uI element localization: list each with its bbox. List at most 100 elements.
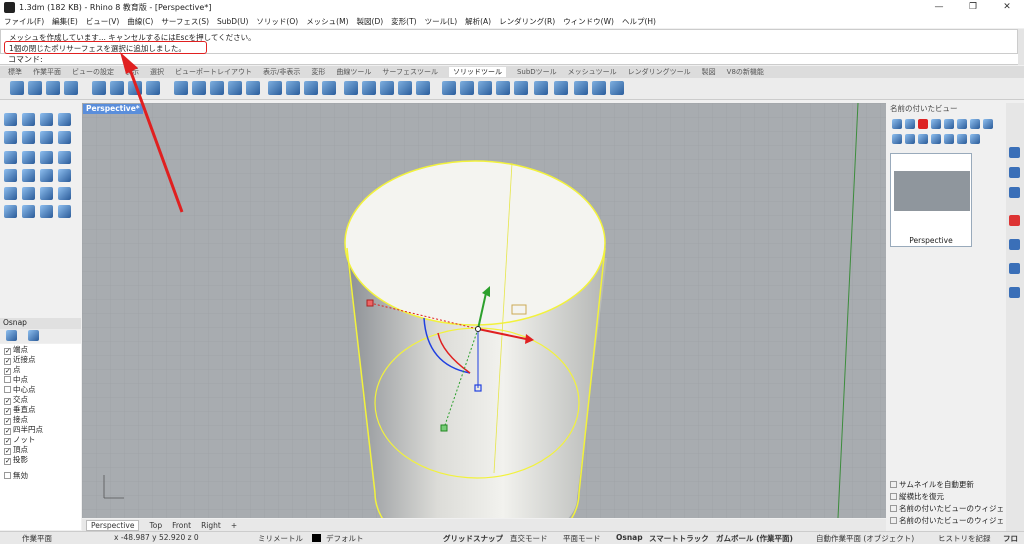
status-planar[interactable]: 平面モード [563,533,601,544]
paraboloid-icon[interactable] [40,187,53,200]
cap-icon[interactable] [92,81,106,95]
perspective-viewport[interactable]: Perspective* [82,103,886,518]
status-auto-cplane[interactable]: 自動作業平面 (オブジェクト) [816,533,914,544]
cylinder-top-edge[interactable] [344,160,606,326]
point-icon[interactable] [22,113,35,126]
array-hole-icon[interactable] [398,81,412,95]
polyline-icon[interactable] [58,113,71,126]
boolean-intersection-icon[interactable] [46,81,60,95]
tab-new-in-v8[interactable]: V8の新機能 [727,67,764,77]
menu-curve[interactable]: 曲線(C) [127,16,153,27]
analyze-solid-icon[interactable] [534,81,548,95]
arc-icon[interactable] [22,131,35,144]
tab-transform[interactable]: 変形 [311,67,325,77]
delete-widget-icon[interactable] [983,119,993,129]
fold-face-icon[interactable] [286,81,300,95]
tab-curve-tools[interactable]: 曲線ツール [336,67,371,77]
pin-icon[interactable] [610,81,624,95]
tube-icon[interactable] [40,169,53,182]
checkbox-unchecked[interactable] [4,376,11,383]
move-edge-icon[interactable] [210,81,224,95]
sphere-icon[interactable] [4,151,17,164]
cylinder-small-icon[interactable] [4,205,17,218]
menu-file[interactable]: ファイル(F) [4,16,44,27]
merge-faces-icon[interactable] [304,81,318,95]
tab-standard[interactable]: 標準 [8,67,22,77]
wire-cut-icon[interactable] [268,81,282,95]
check-icon[interactable] [554,81,568,95]
delete-hole-icon[interactable] [416,81,430,95]
solid-point-icon[interactable] [478,81,492,95]
dropdown-icon[interactable] [944,134,954,144]
cone-icon[interactable] [4,169,17,182]
option-auto-update-thumbnail[interactable]: サムネイルを自動更新 [890,479,974,490]
minimize-button[interactable]: — [922,0,956,15]
display-icon[interactable] [1009,187,1020,198]
extract-surface-icon[interactable] [110,81,124,95]
rectangle-icon[interactable] [40,131,53,144]
move-face-icon[interactable] [192,81,206,95]
fillet-edge-icon[interactable] [128,81,142,95]
torus-icon[interactable] [40,151,53,164]
tab-mesh-tools[interactable]: メッシュツール [568,67,617,77]
named-view-thumbnail[interactable]: Perspective [890,153,972,247]
boolean-split-icon[interactable] [64,81,78,95]
check-objects-icon[interactable] [574,81,588,95]
close-button[interactable]: ✕ [990,0,1024,15]
ellipsoid-icon[interactable] [22,151,35,164]
tab-solid-tools[interactable]: ソリッドツール [448,67,506,77]
select-arrow-icon[interactable] [4,113,17,126]
add-viewport-tab-button[interactable]: + [231,521,237,530]
make-hole-icon[interactable] [322,81,336,95]
layer-color-swatch[interactable] [312,534,321,542]
tab-set-view[interactable]: ビューの設定 [72,67,114,77]
tab-perspective[interactable]: Perspective [86,519,140,531]
tab-drafting[interactable]: 製図 [702,67,716,77]
status-filter[interactable]: フロ [1003,533,1018,544]
status-layer[interactable]: デフォルト [326,533,364,544]
boolean-union-icon[interactable] [10,81,24,95]
restore-view-icon[interactable] [905,119,915,129]
delete-view-icon[interactable] [918,119,928,129]
solid-edge-icon[interactable] [496,81,510,95]
solid-face-icon[interactable] [514,81,528,95]
copy-view-icon[interactable] [931,119,941,129]
edit-view-icon[interactable] [970,119,980,129]
menu-tools[interactable]: ツール(L) [425,16,458,27]
shell-icon[interactable] [174,81,188,95]
notes-icon[interactable] [1009,263,1020,274]
menu-edit[interactable]: 編集(E) [52,16,78,27]
truncated-cone-icon[interactable] [4,187,17,200]
menu-window[interactable]: ウィンドウ(W) [563,16,614,27]
box-icon[interactable] [442,81,456,95]
tab-top[interactable]: Top [149,521,162,530]
extrude-face-icon[interactable] [228,81,242,95]
tab-viewport-layout[interactable]: ビューポートレイアウト [175,67,252,77]
menu-view[interactable]: ビュー(V) [86,16,119,27]
tab-select[interactable]: 選択 [150,67,164,77]
gumball-origin[interactable] [475,326,481,332]
split-face-icon[interactable] [246,81,260,95]
close-widget-icon[interactable] [918,134,928,144]
restore-button[interactable]: ❐ [956,0,990,15]
import-view-icon[interactable] [892,134,902,144]
gumball-green-handle[interactable] [440,424,448,432]
menu-mesh[interactable]: メッシュ(M) [306,16,348,27]
move-hole-icon[interactable] [344,81,358,95]
menu-solid[interactable]: ソリッド(O) [256,16,298,27]
checkbox-unchecked[interactable] [4,472,11,479]
circle-icon[interactable] [4,131,17,144]
save-view-icon[interactable] [892,119,902,129]
boolean-difference-icon[interactable] [28,81,42,95]
tab-front[interactable]: Front [172,521,191,530]
osnap-play-icon[interactable] [6,330,17,341]
menu-transform[interactable]: 変形(T) [391,16,416,27]
menu-analyze[interactable]: 解析(A) [465,16,491,27]
menu-icon[interactable] [970,134,980,144]
menu-dimension[interactable]: 製図(D) [357,16,384,27]
layers-icon[interactable] [1009,167,1020,178]
help-icon[interactable] [1009,287,1020,298]
command-scrollbar[interactable] [1018,29,1024,65]
status-grid-snap[interactable]: グリッドスナップ [443,533,503,544]
gumball-scale-handle[interactable] [366,299,374,307]
